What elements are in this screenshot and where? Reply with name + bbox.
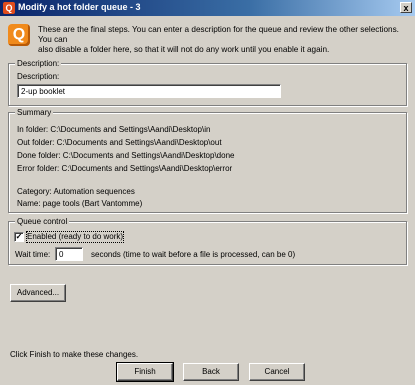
category-text: Category: Automation sequences bbox=[17, 187, 135, 196]
description-input[interactable]: 2-up booklet bbox=[17, 84, 281, 98]
wait-time-label: Wait time: bbox=[15, 250, 51, 259]
summary-legend: Summary bbox=[15, 107, 54, 118]
back-button[interactable]: Back bbox=[183, 363, 239, 381]
in-folder-text: In folder: C:\Documents and Settings\Aan… bbox=[17, 125, 211, 134]
name-text: Name: page tools (Bart Vantomme) bbox=[17, 199, 143, 208]
error-folder-text: Error folder: C:\Documents and Settings\… bbox=[17, 164, 233, 173]
queue-control-group: Queue control ✓ Enabled (ready to do wor… bbox=[8, 216, 407, 265]
description-group: Description: Description: 2-up booklet bbox=[8, 58, 407, 106]
cancel-button[interactable]: Cancel bbox=[249, 363, 305, 381]
done-folder-text: Done folder: C:\Documents and Settings\A… bbox=[17, 151, 235, 160]
summary-group: Summary In folder: C:\Documents and Sett… bbox=[8, 107, 407, 213]
dialog-window: Q Modify a hot folder queue - 3 x Q Thes… bbox=[0, 0, 415, 385]
window-title: Modify a hot folder queue - 3 bbox=[18, 2, 141, 12]
out-folder-text: Out folder: C:\Documents and Settings\Aa… bbox=[17, 138, 222, 147]
enabled-label[interactable]: Enabled (ready to do work) bbox=[25, 231, 125, 243]
advanced-button[interactable]: Advanced... bbox=[10, 284, 66, 302]
close-button[interactable]: x bbox=[400, 2, 412, 13]
queue-control-legend: Queue control bbox=[15, 216, 70, 227]
intro-text: These are the final steps. You can enter… bbox=[38, 25, 399, 54]
wait-time-input[interactable]: 0 bbox=[55, 247, 83, 261]
wait-time-hint: seconds (time to wait before a file is p… bbox=[91, 250, 296, 259]
finish-button[interactable]: Finish bbox=[116, 362, 174, 382]
footer-hint: Click Finish to make these changes. bbox=[10, 350, 139, 359]
description-label: Description: bbox=[17, 72, 60, 81]
enabled-checkbox[interactable]: ✓ bbox=[14, 232, 24, 242]
queue-icon: Q bbox=[8, 24, 30, 46]
title-bar[interactable]: Q Modify a hot folder queue - 3 x bbox=[0, 0, 415, 16]
app-icon: Q bbox=[3, 2, 15, 14]
description-legend: Description: bbox=[15, 58, 62, 69]
